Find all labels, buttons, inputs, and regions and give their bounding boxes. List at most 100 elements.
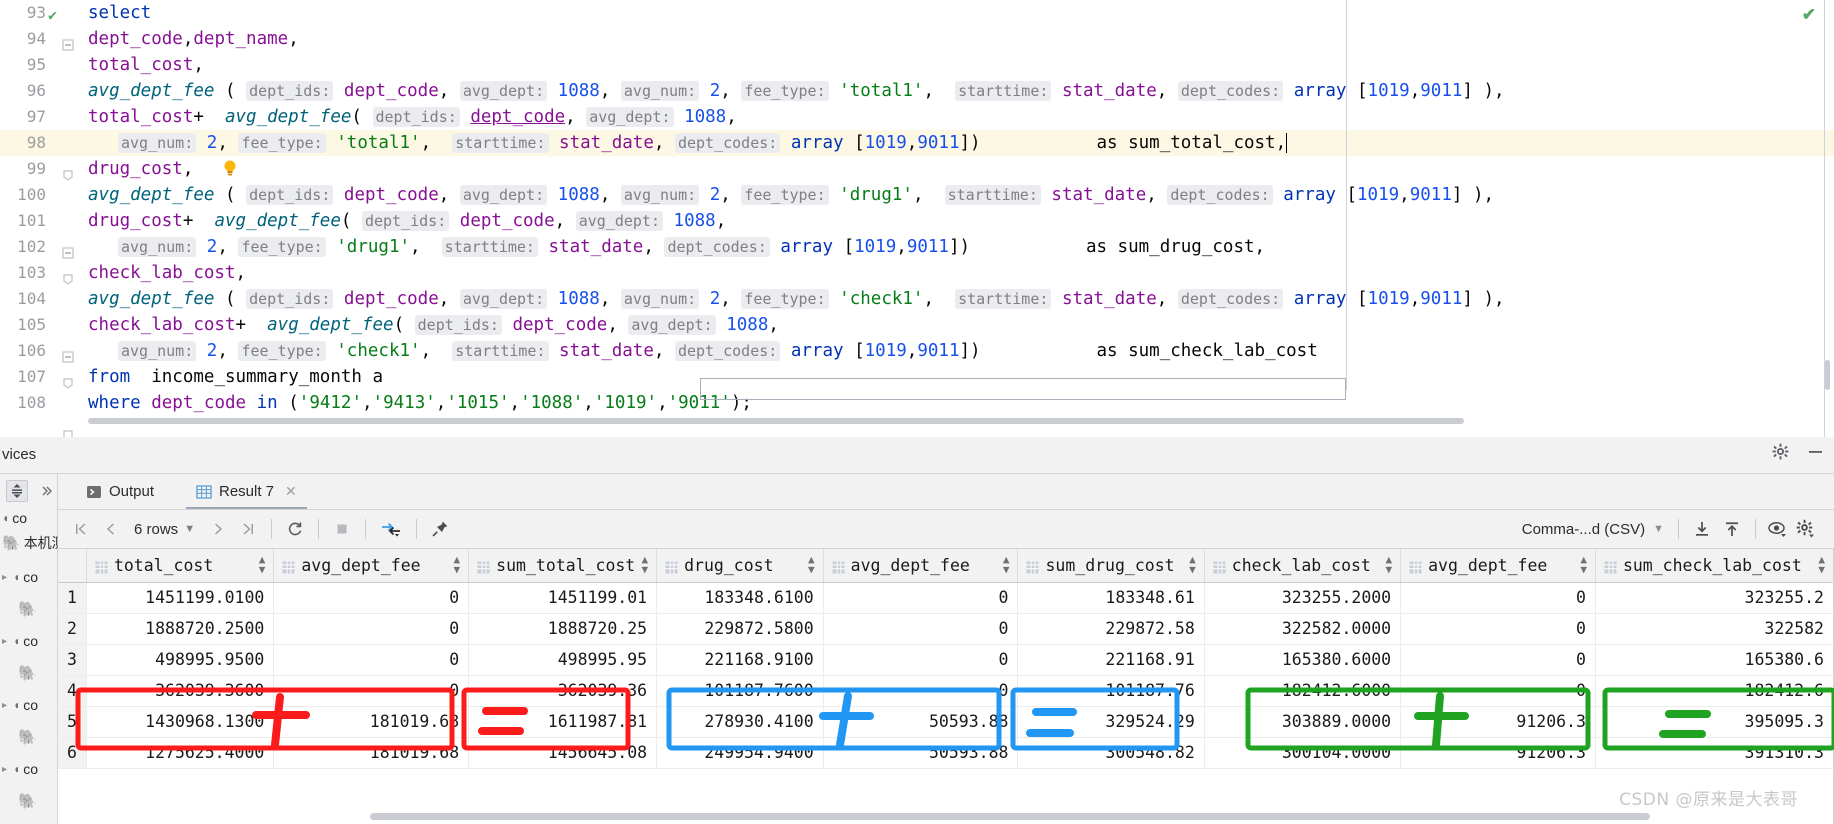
column-header-avg-dept-fee-2[interactable]: avg_dept_fee ▲ ▼ (823, 549, 1019, 583)
fold-icon[interactable] (62, 237, 76, 285)
tree-item[interactable]: 🐘 (0, 594, 58, 624)
code-line[interactable]: 94 dept_code,dept_name, (0, 26, 1834, 52)
code-line[interactable]: 105 check_lab_cost+ avg_dept_fee( dept_i… (0, 312, 1834, 363)
cell[interactable]: 0 (273, 613, 470, 645)
download-icon[interactable] (1687, 514, 1717, 544)
cell[interactable]: 322582 (1595, 613, 1834, 645)
fold-icon[interactable] (62, 107, 76, 155)
column-header-sum-check-lab-cost[interactable]: sum_check_lab_cost ▲ ▼ (1595, 549, 1834, 583)
column-header-avg-dept-fee-3[interactable]: avg_dept_fee ▲ ▼ (1400, 549, 1596, 583)
database-tree[interactable]: ◖ co 🐘 本机测 ▸ ◖ co 🐘 ▸ ◖ co (0, 510, 58, 824)
cell[interactable]: 0 (273, 675, 470, 707)
cell[interactable]: 182412.6 (1595, 675, 1834, 707)
table-row[interactable]: 1 1451199.0100 0 1451199.01 183348.6100 … (58, 582, 1834, 614)
sort-icon[interactable]: ▲ ▼ (454, 554, 461, 575)
code-lines[interactable]: 93 ✔ select 94 dept_code,dept_name, 95 t… (0, 0, 1834, 437)
code-line[interactable]: 99 drug_cost, (0, 156, 1834, 182)
code-line-active[interactable]: 98 avg_num: 2, fee_type: 'total1', start… (0, 130, 1834, 181)
result-table[interactable]: total_cost ▲ ▼ avg_dept_fee ▲ ▼ sum_total_co… (58, 549, 1834, 769)
cell[interactable]: 300548.82 (1017, 737, 1205, 769)
sort-icon[interactable]: ▲ ▼ (1818, 554, 1825, 575)
table-row[interactable]: 6 1275625.4000 181019.68 1456645.08 2499… (58, 737, 1834, 769)
cell[interactable]: 1888720.2500 (86, 613, 275, 645)
sort-icon[interactable]: ▲ ▼ (808, 554, 815, 575)
tree-item[interactable]: 🐘 (0, 658, 58, 688)
tree-item[interactable]: ▸ ◖ co (0, 624, 58, 658)
cell[interactable]: 391310.3 (1595, 737, 1834, 769)
cell[interactable]: 1275625.4000 (86, 737, 275, 769)
cell[interactable]: 221168.91 (1017, 644, 1205, 676)
upload-icon[interactable] (1717, 514, 1747, 544)
expand-all-icon[interactable] (6, 480, 29, 502)
result-toolbar[interactable]: 6 rows ▼ Comma-...d (CSV) ▼ (58, 510, 1834, 548)
cell[interactable]: 165380.6000 (1204, 644, 1402, 676)
transpose-icon[interactable] (374, 514, 408, 544)
cell[interactable]: 183348.6100 (656, 582, 824, 614)
cell[interactable]: 362039.3600 (86, 675, 275, 707)
code-line[interactable]: 100 avg_dept_fee ( dept_ids: dept_code, … (0, 182, 1834, 208)
cell[interactable]: 322582.0000 (1204, 613, 1402, 645)
cell[interactable]: 0 (823, 644, 1019, 676)
cell[interactable]: 1451199.01 (468, 582, 658, 614)
cell[interactable]: 1456645.08 (468, 737, 658, 769)
cell[interactable]: 0 (1400, 675, 1596, 707)
cell[interactable]: 498995.9500 (86, 644, 275, 676)
cell[interactable]: 300104.0000 (1204, 737, 1402, 769)
column-header-total-cost[interactable]: total_cost ▲ ▼ (86, 549, 275, 583)
lightbulb-icon[interactable] (96, 133, 236, 176)
editor-horizontal-scrollbar[interactable] (88, 418, 1464, 424)
column-header-drug-cost[interactable]: drug_cost ▲ ▼ (656, 549, 824, 583)
code-line[interactable]: 96 avg_dept_fee ( dept_ids: dept_code, a… (0, 78, 1834, 104)
tree-item[interactable]: 🐘 (0, 786, 58, 816)
cell[interactable]: 0 (273, 644, 470, 676)
tree-item[interactable]: 🐘 本机测 (0, 526, 58, 560)
editor-vertical-scrollbar[interactable] (1825, 360, 1830, 390)
cell[interactable]: 323255.2000 (1204, 582, 1402, 614)
cell[interactable]: 1611987.81 (468, 706, 658, 738)
close-icon[interactable]: ✕ (285, 483, 297, 500)
tab-result-7[interactable]: Result 7 ✕ (186, 474, 307, 509)
result-tabs[interactable]: Output Result 7 ✕ (58, 474, 1834, 509)
eye-icon[interactable] (1764, 514, 1792, 544)
cell[interactable]: 181019.68 (273, 737, 470, 769)
pin-icon[interactable] (425, 514, 455, 544)
database-sidebar[interactable]: ◖ co 🐘 本机测 ▸ ◖ co 🐘 ▸ ◖ co (0, 474, 58, 824)
cell[interactable]: 303889.0000 (1204, 706, 1402, 738)
code-line[interactable]: 97 total_cost+ avg_dept_fee( dept_ids: d… (0, 104, 1834, 155)
sort-icon[interactable]: ▲ ▼ (1580, 554, 1587, 575)
code-line[interactable]: 104 avg_dept_fee ( dept_ids: dept_code, … (0, 286, 1834, 312)
sort-icon[interactable]: ▲ ▼ (1386, 554, 1393, 575)
chevron-right-icon[interactable]: ▸ (2, 700, 10, 711)
code-line[interactable]: 106 avg_num: 2, fee_type: 'check1', star… (0, 338, 1834, 389)
result-grid[interactable]: total_cost ▲ ▼ avg_dept_fee ▲ ▼ sum_total_co… (58, 549, 1834, 824)
cell[interactable]: 101187.7600 (656, 675, 824, 707)
database-tool-window[interactable]: vices ◖ co 🐘 本机 ▸ ◖ co 🐘 ▸ ◖ co 🐘 ▸ ◖ co… (0, 437, 1834, 824)
column-header-sum-total-cost[interactable]: sum_total_cost ▲ ▼ (468, 549, 658, 583)
chevron-down-icon[interactable]: ▼ (184, 523, 195, 535)
cell[interactable]: 0 (823, 582, 1019, 614)
table-row[interactable]: 3 498995.9500 0 498995.95 221168.9100 0 … (58, 644, 1834, 676)
cell[interactable]: 0 (273, 582, 470, 614)
tree-item[interactable]: ▸ ◖ co (0, 752, 58, 786)
cell[interactable]: 165380.6 (1595, 644, 1834, 676)
column-header-check-lab-cost[interactable]: check_lab_cost ▲ ▼ (1204, 549, 1402, 583)
export-format-selector[interactable]: Comma-...d (CSV) ▼ (1522, 521, 1670, 538)
inspection-ok-icon[interactable]: ✔ (1802, 5, 1816, 25)
sql-editor[interactable]: 93 ✔ select 94 dept_code,dept_name, 95 t… (0, 0, 1834, 437)
cell[interactable]: 329524.29 (1017, 706, 1205, 738)
table-row[interactable]: 5 1430968.1300 181019.68 1611987.81 2789… (58, 706, 1834, 738)
cell[interactable]: 182412.6000 (1204, 675, 1402, 707)
cell[interactable]: 101187.76 (1017, 675, 1205, 707)
gear-icon[interactable] (1792, 514, 1820, 544)
table-body[interactable]: 1 1451199.0100 0 1451199.01 183348.6100 … (58, 582, 1834, 769)
stop-icon[interactable] (327, 514, 357, 544)
tree-item[interactable]: ▸ ◖ co (0, 688, 58, 722)
tree-item[interactable]: ▸ ◖ co (0, 560, 58, 594)
grid-horizontal-scrollbar[interactable] (370, 813, 1650, 820)
fold-icon[interactable] (62, 211, 76, 259)
cell[interactable]: 323255.2 (1595, 582, 1834, 614)
cell[interactable]: 498995.95 (468, 644, 658, 676)
cell[interactable]: 1888720.25 (468, 613, 658, 645)
cell[interactable]: 50593.88 (823, 706, 1019, 738)
rows-selector[interactable]: 6 rows ▼ (126, 521, 203, 538)
